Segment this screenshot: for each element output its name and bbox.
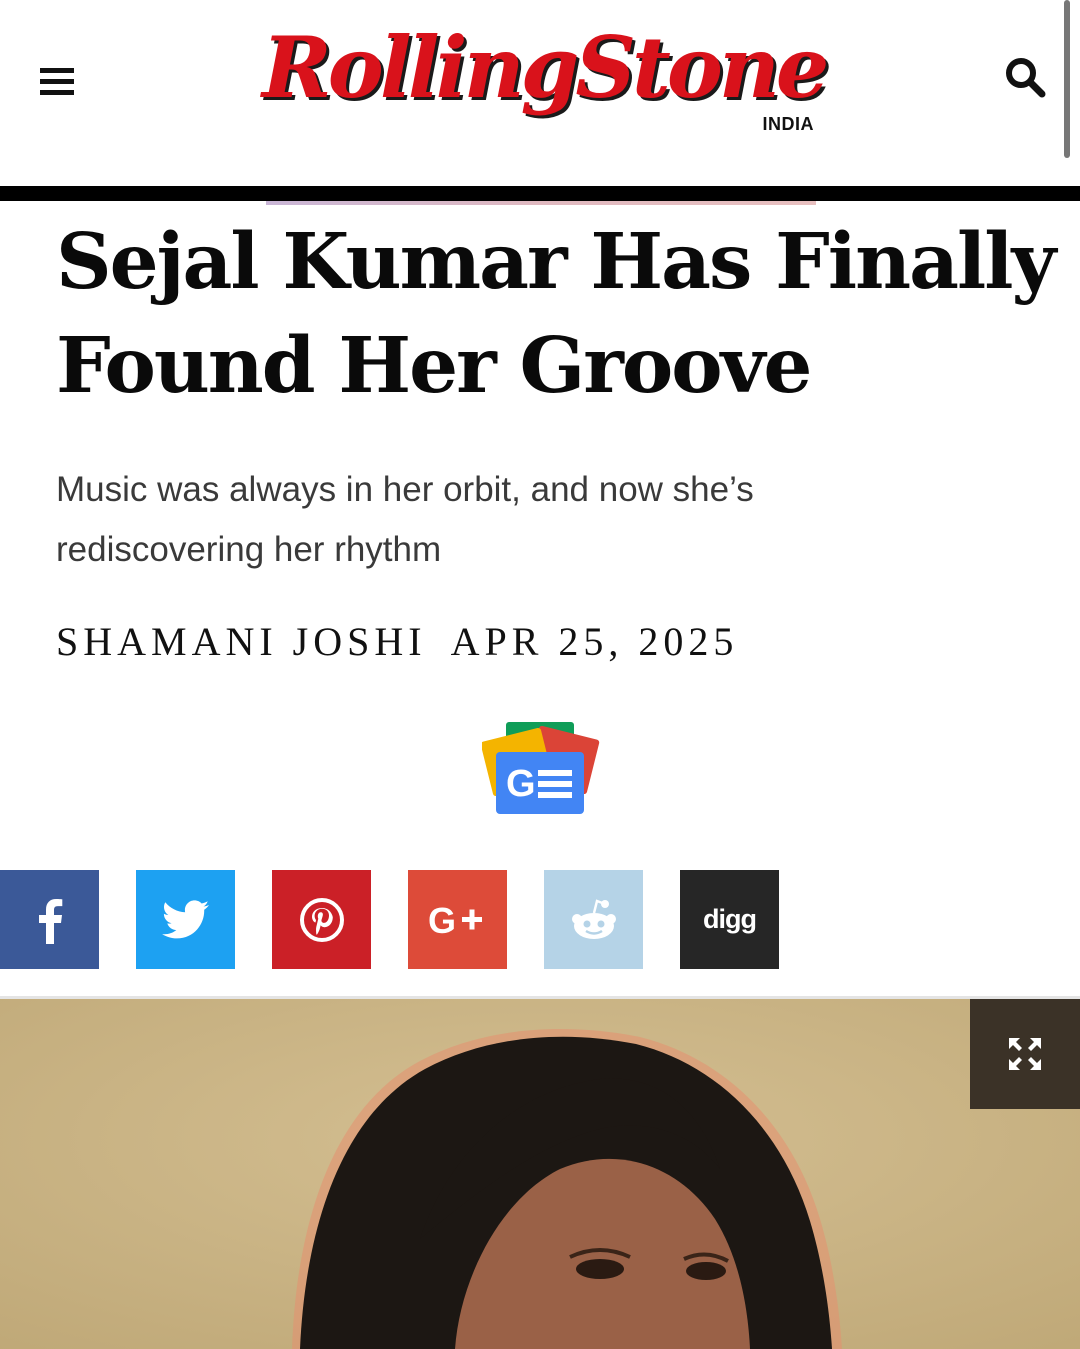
twitter-icon [161,899,209,938]
share-facebook-button[interactable] [0,870,99,969]
hamburger-menu-button[interactable] [40,68,76,98]
article-dek: Music was always in her orbit, and now s… [56,470,754,569]
svg-text:G: G [506,763,536,805]
share-twitter-button[interactable] [136,870,235,969]
publish-date: APR 25, 2025 [450,619,739,664]
hamburger-menu-icon-bar [40,68,74,73]
article-byline: SHAMANI JOSHI APR 25, 2025 [56,618,738,665]
facebook-icon [38,898,62,944]
google-news-icon: G [480,722,600,814]
svg-text:G: G [428,900,456,940]
pinterest-icon [299,897,344,942]
hamburger-menu-icon-bar [40,90,74,95]
expand-image-button[interactable] [970,999,1080,1109]
expand-arrows-icon [1009,1038,1041,1070]
google-news-button[interactable]: G [480,718,600,818]
author-name[interactable]: SHAMANI JOSHI [56,619,427,664]
reading-progress-bar [266,201,816,205]
share-google-plus-button[interactable]: G [408,870,507,969]
hero-photo-portrait [0,999,1080,1349]
hamburger-menu-icon-bar [40,79,74,84]
share-digg-button[interactable]: digg [680,870,779,969]
article-headline: Sejal Kumar Has Finally Found Her Groove [56,217,1056,411]
hero-image[interactable] [0,999,1080,1349]
scrollbar[interactable] [1064,0,1070,158]
share-pinterest-button[interactable] [272,870,371,969]
logo-edition: INDIA [762,114,814,134]
digg-icon: digg [703,904,757,934]
logo-wordmark: RollingStone [262,18,829,117]
google-plus-icon: G [428,900,482,940]
header-divider [0,186,1080,201]
share-reddit-button[interactable] [544,870,643,969]
search-button[interactable] [1004,56,1048,100]
site-header: RollingStone INDIA [0,0,1080,186]
search-icon [1006,58,1046,98]
reddit-icon [571,898,616,939]
site-logo[interactable]: RollingStone INDIA [262,18,829,148]
